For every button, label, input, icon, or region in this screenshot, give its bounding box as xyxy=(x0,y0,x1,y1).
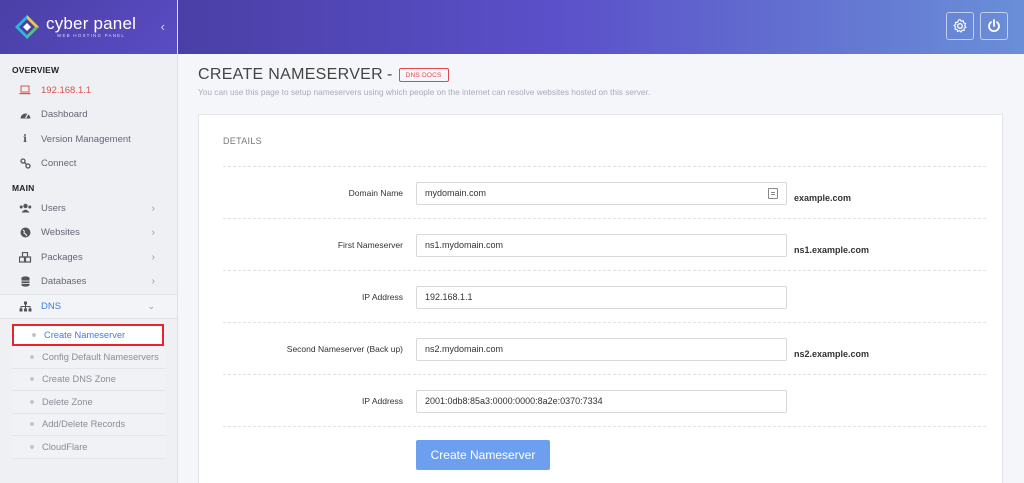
laptop-icon xyxy=(18,85,32,95)
sidebar-item-ip[interactable]: 192.168.1.1 xyxy=(0,78,177,103)
create-nameserver-button[interactable]: Create Nameserver xyxy=(416,440,550,470)
settings-button[interactable] xyxy=(946,12,974,40)
divider xyxy=(223,218,986,219)
sidebar-subitem-delete-zone[interactable]: Delete Zone xyxy=(12,391,165,414)
dns-docs-link[interactable]: DNS DOCS xyxy=(398,68,449,82)
cyberpanel-logo-icon xyxy=(14,14,40,40)
page-header: CREATE NAMESERVER - DNS DOCS You can use… xyxy=(198,66,650,97)
page-description: You can use this page to setup nameserve… xyxy=(198,87,651,97)
sidebar-item-dashboard[interactable]: Dashboard xyxy=(0,103,177,128)
sitemap-icon xyxy=(18,301,32,312)
info-icon: i xyxy=(23,133,27,145)
divider xyxy=(223,270,986,271)
sidebar-item-label: 192.168.1.1 xyxy=(41,84,92,96)
chevron-right-icon: › xyxy=(151,227,155,239)
sidebar-item-label: Databases xyxy=(41,276,87,288)
overview-section-title: OVERVIEW xyxy=(12,65,60,75)
globe-icon xyxy=(18,227,32,238)
packages-icon xyxy=(18,251,32,263)
dashboard-icon xyxy=(18,110,32,119)
sidebar-item-label: Packages xyxy=(41,251,83,263)
gear-icon xyxy=(952,18,968,34)
sidebar-item-packages[interactable]: Packages › xyxy=(0,245,177,270)
sidebar: cyber panel WEB HOSTING PANEL ‹ OVERVIEW… xyxy=(0,0,178,483)
brand[interactable]: cyber panel WEB HOSTING PANEL ‹ xyxy=(0,0,177,54)
bullet-icon xyxy=(32,332,36,337)
brand-tagline: WEB HOSTING PANEL xyxy=(57,33,126,39)
sidebar-collapse-icon[interactable]: ‹ xyxy=(161,19,165,34)
sidebar-subitem-add-delete-records[interactable]: Add/Delete Records xyxy=(12,413,165,436)
first-ip-input[interactable]: 192.168.1.1 xyxy=(416,286,787,309)
details-card: DETAILS Domain Name mydomain.com example… xyxy=(198,114,1003,483)
domain-name-label: Domain Name xyxy=(348,188,403,198)
sidebar-subitem-label: Delete Zone xyxy=(42,396,93,407)
divider xyxy=(223,166,986,167)
top-bar xyxy=(178,0,1024,54)
sidebar-item-label: DNS xyxy=(41,300,62,312)
database-icon xyxy=(18,276,32,287)
second-nameserver-hint: ns2.example.com xyxy=(794,349,870,359)
sidebar-item-label: Websites xyxy=(41,227,80,239)
second-ip-input[interactable]: 2001:0db8:85a3:0000:0000:8a2e:0370:7334 xyxy=(416,390,787,413)
autofill-icon[interactable] xyxy=(768,188,778,199)
domain-name-value: mydomain.com xyxy=(425,188,487,198)
sidebar-item-label: Dashboard xyxy=(41,109,88,121)
first-nameserver-input[interactable]: ns1.mydomain.com xyxy=(416,234,787,257)
bullet-icon xyxy=(30,377,34,382)
first-nameserver-hint: ns1.example.com xyxy=(794,245,870,255)
chevron-right-icon: › xyxy=(151,276,155,288)
sidebar-item-websites[interactable]: Websites › xyxy=(0,221,177,246)
page-title: CREATE NAMESERVER xyxy=(198,66,383,83)
bullet-icon xyxy=(30,399,34,404)
domain-name-input[interactable]: mydomain.com xyxy=(416,182,787,205)
main-section-title: MAIN xyxy=(12,183,35,193)
first-nameserver-label: First Nameserver xyxy=(337,240,403,250)
divider xyxy=(223,322,986,323)
first-ip-value: 192.168.1.1 xyxy=(425,292,473,302)
first-ip-label: IP Address xyxy=(362,292,403,302)
logout-button[interactable] xyxy=(980,12,1008,40)
divider xyxy=(223,374,986,375)
users-icon xyxy=(18,203,32,213)
sidebar-subitem-label: CloudFlare xyxy=(42,441,88,452)
chevron-right-icon: › xyxy=(151,251,155,263)
chevron-right-icon: › xyxy=(151,202,155,214)
chevron-down-icon: ⌄ xyxy=(147,300,155,311)
sidebar-subitem-label: Config Default Nameservers xyxy=(42,351,159,362)
sidebar-item-label: Connect xyxy=(41,158,77,170)
bullet-icon xyxy=(30,354,34,359)
bullet-icon xyxy=(30,444,34,449)
second-nameserver-value: ns2.mydomain.com xyxy=(425,344,504,354)
sidebar-item-connect[interactable]: Connect xyxy=(0,152,177,177)
sidebar-item-databases[interactable]: Databases › xyxy=(0,270,177,295)
second-nameserver-input[interactable]: ns2.mydomain.com xyxy=(416,338,787,361)
second-nameserver-label: Second Nameserver (Back up) xyxy=(286,344,403,354)
sidebar-subitem-label: Create DNS Zone xyxy=(42,374,116,385)
divider xyxy=(223,426,986,427)
bullet-icon xyxy=(30,422,34,427)
sidebar-item-label: Version Management xyxy=(41,133,131,145)
power-icon xyxy=(986,18,1002,34)
sidebar-subitem-create-nameserver[interactable]: Create Nameserver xyxy=(12,323,164,346)
brand-name: cyber panel xyxy=(46,14,137,34)
sidebar-subitem-label: Add/Delete Records xyxy=(42,419,126,430)
sidebar-subitem-config-default-nameservers[interactable]: Config Default Nameservers xyxy=(12,346,165,369)
section-title: DETAILS xyxy=(223,136,262,146)
link-icon xyxy=(18,158,32,169)
sidebar-item-users[interactable]: Users › xyxy=(0,196,177,221)
second-ip-value: 2001:0db8:85a3:0000:0000:8a2e:0370:7334 xyxy=(425,396,603,406)
sidebar-subitem-create-dns-zone[interactable]: Create DNS Zone xyxy=(12,368,165,391)
sidebar-item-version-management[interactable]: i Version Management xyxy=(0,127,177,152)
domain-name-hint: example.com xyxy=(794,193,852,203)
sidebar-item-dns[interactable]: DNS ⌄ xyxy=(0,294,177,319)
sidebar-subitem-label: Create Nameserver xyxy=(44,329,126,340)
title-separator: - xyxy=(387,66,393,83)
sidebar-subitem-cloudflare[interactable]: CloudFlare xyxy=(12,436,165,459)
first-nameserver-value: ns1.mydomain.com xyxy=(425,240,504,250)
second-ip-label: IP Address xyxy=(362,396,403,406)
sidebar-item-label: Users xyxy=(41,202,66,214)
